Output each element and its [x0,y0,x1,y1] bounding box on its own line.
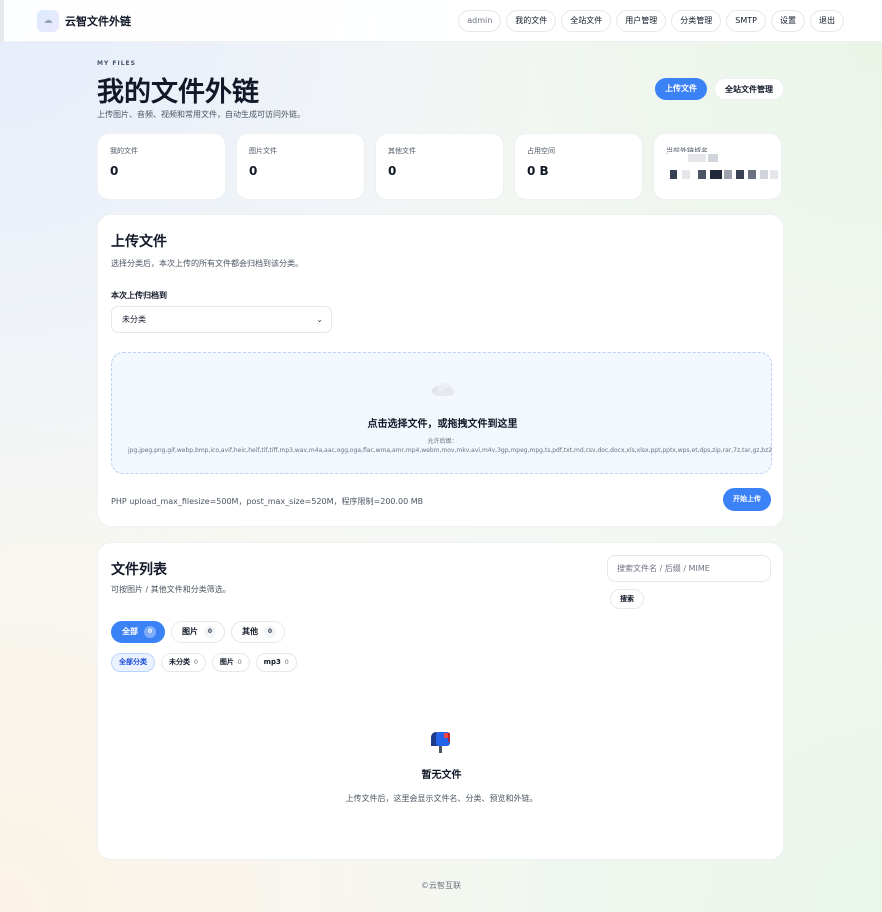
chip-count: 0 [194,659,198,666]
category-field-label: 本次上传归档到 [111,291,167,300]
empty-state-title: 暂无文件 [421,770,462,781]
nav-smtp[interactable]: SMTP [726,10,766,32]
nav-logout[interactable]: 退出 [810,10,844,32]
chip-label: 未分类 [169,658,190,666]
tab-label: 其他 [242,627,258,636]
search-button[interactable]: 搜索 [610,589,644,609]
chip-count: 0 [237,659,242,666]
nav-all-files[interactable]: 全站文件 [561,10,612,32]
nav-user-admin[interactable]: admin [458,10,502,32]
nav-settings[interactable]: 设置 [771,10,805,32]
page-subtitle: 上传图片、音频、视频和常用文件，自动生成可访问外链。 [97,110,305,119]
stat-card-current-domain: 当前外链域名 [653,133,782,200]
stats-row: 我的文件 0 图片文件 0 其他文件 0 占用空间 0 B 当前外链域名 [97,133,784,200]
nav-category-management[interactable]: 分类管理 [671,10,722,32]
nav-menu: admin 我的文件 全站文件 用户管理 分类管理 SMTP 设置 退出 [458,10,844,32]
nav-user-management[interactable]: 用户管理 [616,10,667,32]
tab-label: 全部 [122,627,138,636]
tab-other[interactable]: 其他 0 [231,621,285,643]
upload-card-title: 上传文件 [111,234,167,250]
upload-file-button[interactable]: 上传文件 [655,78,707,100]
upload-card: 上传文件 选择分类后，本次上传的所有文件都会归档到该分类。 本次上传归档到 未分… [97,214,784,527]
search-input[interactable]: 搜索文件名 / 后缀 / MIME [607,555,771,582]
tab-all[interactable]: 全部 0 [111,621,165,643]
stat-label: 其他文件 [388,147,416,155]
page-eyebrow: MY FILES [97,60,136,67]
chevron-down-icon: ⌄ [316,315,323,324]
all-files-management-button[interactable]: 全站文件管理 [714,78,784,100]
footer-copyright: ©云智互联 [421,881,461,890]
file-type-tabs: 全部 0 图片 0 其他 0 [111,621,285,643]
stat-card-my-files: 我的文件 0 [97,133,226,200]
cloud-logo-icon: ☁ [37,10,59,32]
page-title: 我的文件外链 [97,77,259,108]
upload-limits: PHP upload_max_filesize=500M，post_max_si… [111,497,424,506]
category-select-value: 未分类 [122,315,146,324]
file-dropzone[interactable]: 点击选择文件，或拖拽文件到这里 允许后缀：jpg,jpeg,png,gif,we… [111,352,772,474]
stat-label: 我的文件 [110,147,138,155]
stat-value: 0 B [527,164,549,178]
file-list-title: 文件列表 [111,562,167,578]
nav-my-files[interactable]: 我的文件 [506,10,557,32]
stat-card-storage-used: 占用空间 0 B [514,133,643,200]
file-list-card: 文件列表 可按图片 / 其他文件和分类筛选。 搜索文件名 / 后缀 / MIME… [97,542,784,860]
mailbox-icon [431,732,450,753]
empty-state-subtitle: 上传文件后，这里会显示文件名、分类、预览和外链。 [345,794,538,803]
allowed-extensions: 允许后缀：jpg,jpeg,png,gif,webp,bmp,ico,avif,… [128,438,773,454]
chip-label: 图片 [219,658,234,666]
stat-label: 图片文件 [249,147,277,155]
chip-all-categories[interactable]: 全部分类 [111,653,155,672]
chip-label: mp3 [263,658,281,666]
tab-count: 0 [144,626,156,638]
stat-label: 占用空间 [527,147,555,155]
dropzone-title: 点击选择文件，或拖拽文件到这里 [367,419,518,430]
stat-value: 0 [388,164,397,178]
stat-value: 0 [110,164,119,178]
chip-uncategorized[interactable]: 未分类 0 [161,653,206,672]
chip-mp3[interactable]: mp3 0 [255,653,297,672]
tab-images[interactable]: 图片 0 [171,621,225,643]
category-chips: 全部分类 未分类 0 图片 0 mp3 0 [111,653,297,672]
brand[interactable]: ☁ 云智文件外链 [37,10,131,32]
file-list-subtitle: 可按图片 / 其他文件和分类筛选。 [111,585,231,594]
header-actions: 上传文件 全站文件管理 [655,78,784,100]
window-edge [0,0,4,42]
chip-count: 0 [284,659,289,666]
tab-count: 0 [264,626,276,638]
tab-label: 图片 [182,627,198,636]
redacted-domain-mosaic [668,152,781,196]
start-upload-button[interactable]: 开始上传 [723,488,771,511]
category-select[interactable]: 未分类 ⌄ [111,306,332,333]
cloud-icon [432,383,454,396]
top-navbar: ☁ 云智文件外链 admin 我的文件 全站文件 用户管理 分类管理 SMTP … [0,0,882,42]
chip-images[interactable]: 图片 0 [211,653,250,672]
stat-card-image-files: 图片文件 0 [236,133,365,200]
chip-label: 全部分类 [119,658,147,666]
tab-count: 0 [204,626,216,638]
stat-value: 0 [249,164,258,178]
brand-name: 云智文件外链 [65,15,131,28]
upload-card-subtitle: 选择分类后，本次上传的所有文件都会归档到该分类。 [111,259,303,268]
stat-card-other-files: 其他文件 0 [375,133,504,200]
